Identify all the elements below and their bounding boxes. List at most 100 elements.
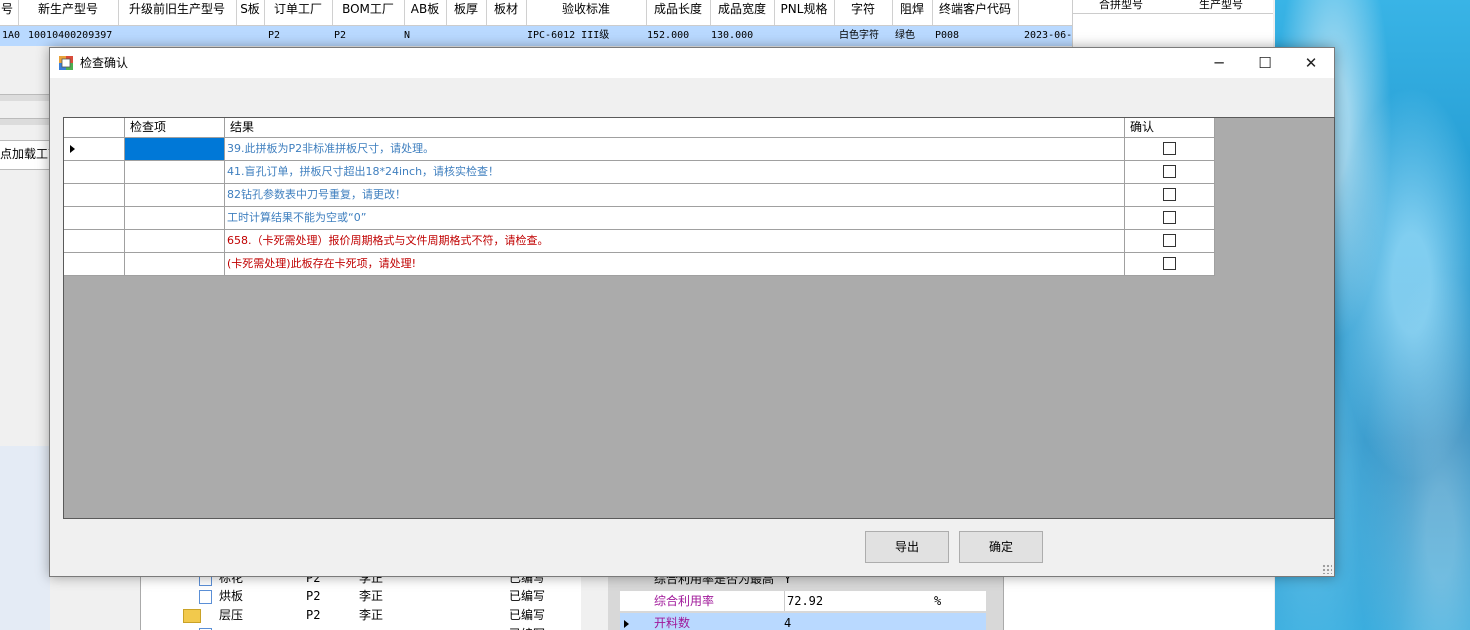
result-cell[interactable]: (卡死需处理)此板存在卡死项，请处理! [225,253,1125,275]
table-row[interactable]: 工时计算结果不能为空或“0” [64,207,1215,230]
minimize-icon: ─ [1214,54,1224,72]
background-column-header[interactable]: 板材 [486,0,527,25]
background-column-header[interactable]: 阻焊 [892,0,933,25]
background-grid-cell: 白色字符 [839,30,879,41]
background-column-header[interactable]: 字符 [834,0,893,25]
confirm-cell[interactable] [1125,138,1215,160]
resize-grip-icon[interactable] [1322,564,1332,574]
panel-value: 72.92 [784,591,935,611]
background-column-header[interactable]: 订单工厂 [264,0,333,25]
confirm-checkbox[interactable] [1163,211,1176,224]
background-column-header[interactable]: 新生产型号 [18,0,119,25]
confirm-cell[interactable] [1125,230,1215,252]
column-header-check-item[interactable]: 检查项 [125,118,225,137]
check-item-cell[interactable] [125,230,225,252]
right-header-merge-model: 合拼型号 [1099,0,1143,11]
background-grid-header: 号新生产型号 升级前旧生产型号 S板 订单工厂 BOM工厂 AB板 板厚 板材 验收标准 成品长度… [0,0,1072,26]
background-grid-cell: P2 [334,30,347,41]
background-grid-cell: IPC-6012 III级 [527,30,610,41]
row-header[interactable] [64,161,125,183]
row-header[interactable] [64,184,125,206]
confirm-checkbox[interactable] [1163,188,1176,201]
confirm-checkbox[interactable] [1163,234,1176,247]
dialog-titlebar[interactable]: 检查确认 ─ ☐ ✕ [50,48,1334,78]
process-tree-name: 烘板 [219,589,244,603]
row-header-corner [64,118,125,137]
background-column-header[interactable]: 号 [0,0,19,25]
column-header-result[interactable]: 结果 [225,118,1125,137]
background-grid-cell: 2023-06-( [1024,30,1078,41]
panel-label: 开料数 [654,616,691,630]
background-grid-cell: 152.000 [647,30,690,41]
background-right-grid-header: 合拼型号 生产型号 [1072,0,1273,14]
process-tree-item[interactable]: 烘板 P2 李正 已编写 [141,587,581,605]
result-cell[interactable]: 39.此拼板为P2非标准拼板尺寸，请处理。 [225,138,1125,160]
panel-row-cut-count[interactable]: 开料数 4 [620,613,986,630]
confirm-cell[interactable] [1125,161,1215,183]
background-left-divider [0,118,50,125]
row-header[interactable] [64,253,125,275]
panel-label: 综合利用率 [654,594,715,608]
maximize-button[interactable]: ☐ [1242,48,1288,78]
background-grid-cell: 1A0 [2,30,21,41]
background-column-header[interactable]: PNL规格 [774,0,835,25]
panel-row-utilization[interactable]: 综合利用率 72.92 % [620,591,986,611]
check-item-cell[interactable] [125,138,225,160]
ok-button[interactable]: 确定 [959,531,1043,563]
table-row[interactable]: 658.（卡死需处理）报价周期格式与文件周期格式不符，请检查。 [64,230,1215,253]
result-cell[interactable]: 41.盲孔订单，拼板尺寸超出18*24inch，请核实检查！ [225,161,1125,183]
table-row[interactable]: 41.盲孔订单，拼板尺寸超出18*24inch，请核实检查！ [64,161,1215,184]
confirm-cell[interactable] [1125,253,1215,275]
check-item-cell[interactable] [125,161,225,183]
process-tree-status: 已编写 [509,625,545,630]
close-icon: ✕ [1304,54,1318,72]
background-left-panel [0,446,50,630]
process-tree-item[interactable]: 已编写 [141,625,581,630]
check-item-cell[interactable] [125,184,225,206]
process-tree-status: 已编写 [509,589,546,603]
confirm-cell[interactable] [1125,184,1215,206]
confirm-checkbox[interactable] [1163,165,1176,178]
folder-icon [183,609,201,623]
result-cell[interactable]: 工时计算结果不能为空或“0” [225,207,1125,229]
column-header-confirm[interactable]: 确认 [1125,118,1215,137]
result-cell[interactable]: 82钻孔参数表中刀号重复，请更改！ [225,184,1125,206]
table-row[interactable]: (卡死需处理)此板存在卡死项，请处理! [64,253,1215,276]
background-column-header[interactable]: AB板 [404,0,447,25]
background-grid-cell [122,26,242,46]
confirm-cell[interactable] [1125,207,1215,229]
row-header[interactable] [64,230,125,252]
close-button[interactable]: ✕ [1288,48,1334,78]
result-cell[interactable]: 658.（卡死需处理）报价周期格式与文件周期格式不符，请检查。 [225,230,1125,252]
check-item-cell[interactable] [125,253,225,275]
background-column-header[interactable]: 升级前旧生产型号 [118,0,237,25]
export-button[interactable]: 导出 [865,531,949,563]
minimize-button[interactable]: ─ [1196,48,1242,78]
background-column-header[interactable]: 成品宽度 [710,0,775,25]
row-header[interactable] [64,207,125,229]
background-column-header[interactable]: S板 [236,0,265,25]
process-tree-status: 已编写 [509,608,546,622]
background-column-header[interactable]: 成品长度 [646,0,711,25]
background-column-header[interactable]: 板厚 [446,0,487,25]
background-grid-cell: 10010400209397 [28,30,113,41]
confirm-checkbox[interactable] [1163,142,1176,155]
check-item-cell[interactable] [125,207,225,229]
background-column-header[interactable]: 验收标准 [526,0,647,25]
background-column-header[interactable]: 终端客户代码 [932,0,1019,25]
app-icon [59,56,73,70]
background-left-divider [0,94,50,101]
process-tree-person: 李正 [359,608,384,622]
background-column-header[interactable]: BOM工厂 [332,0,405,25]
maximize-icon: ☐ [1258,54,1272,72]
row-header[interactable] [64,138,125,160]
load-process-button[interactable]: 点加载工艺 [0,140,51,170]
table-row[interactable]: 39.此拼板为P2非标准拼板尺寸，请处理。 [64,138,1215,161]
process-tree-item[interactable]: 层压 P2 李正 已编写 [141,606,581,624]
table-row[interactable]: 82钻孔参数表中刀号重复，请更改！ [64,184,1215,207]
process-tree-factory: P2 [306,608,321,622]
confirm-checkbox[interactable] [1163,257,1176,270]
check-result-grid[interactable]: 检查项 结果 确认 39.此拼板为P2非标准拼板尺寸，请处理。 41.盲孔订单，拼… [63,117,1335,519]
current-row-arrow-icon [70,145,75,153]
panel-label: 综合利用率是否为最高 [654,575,775,586]
